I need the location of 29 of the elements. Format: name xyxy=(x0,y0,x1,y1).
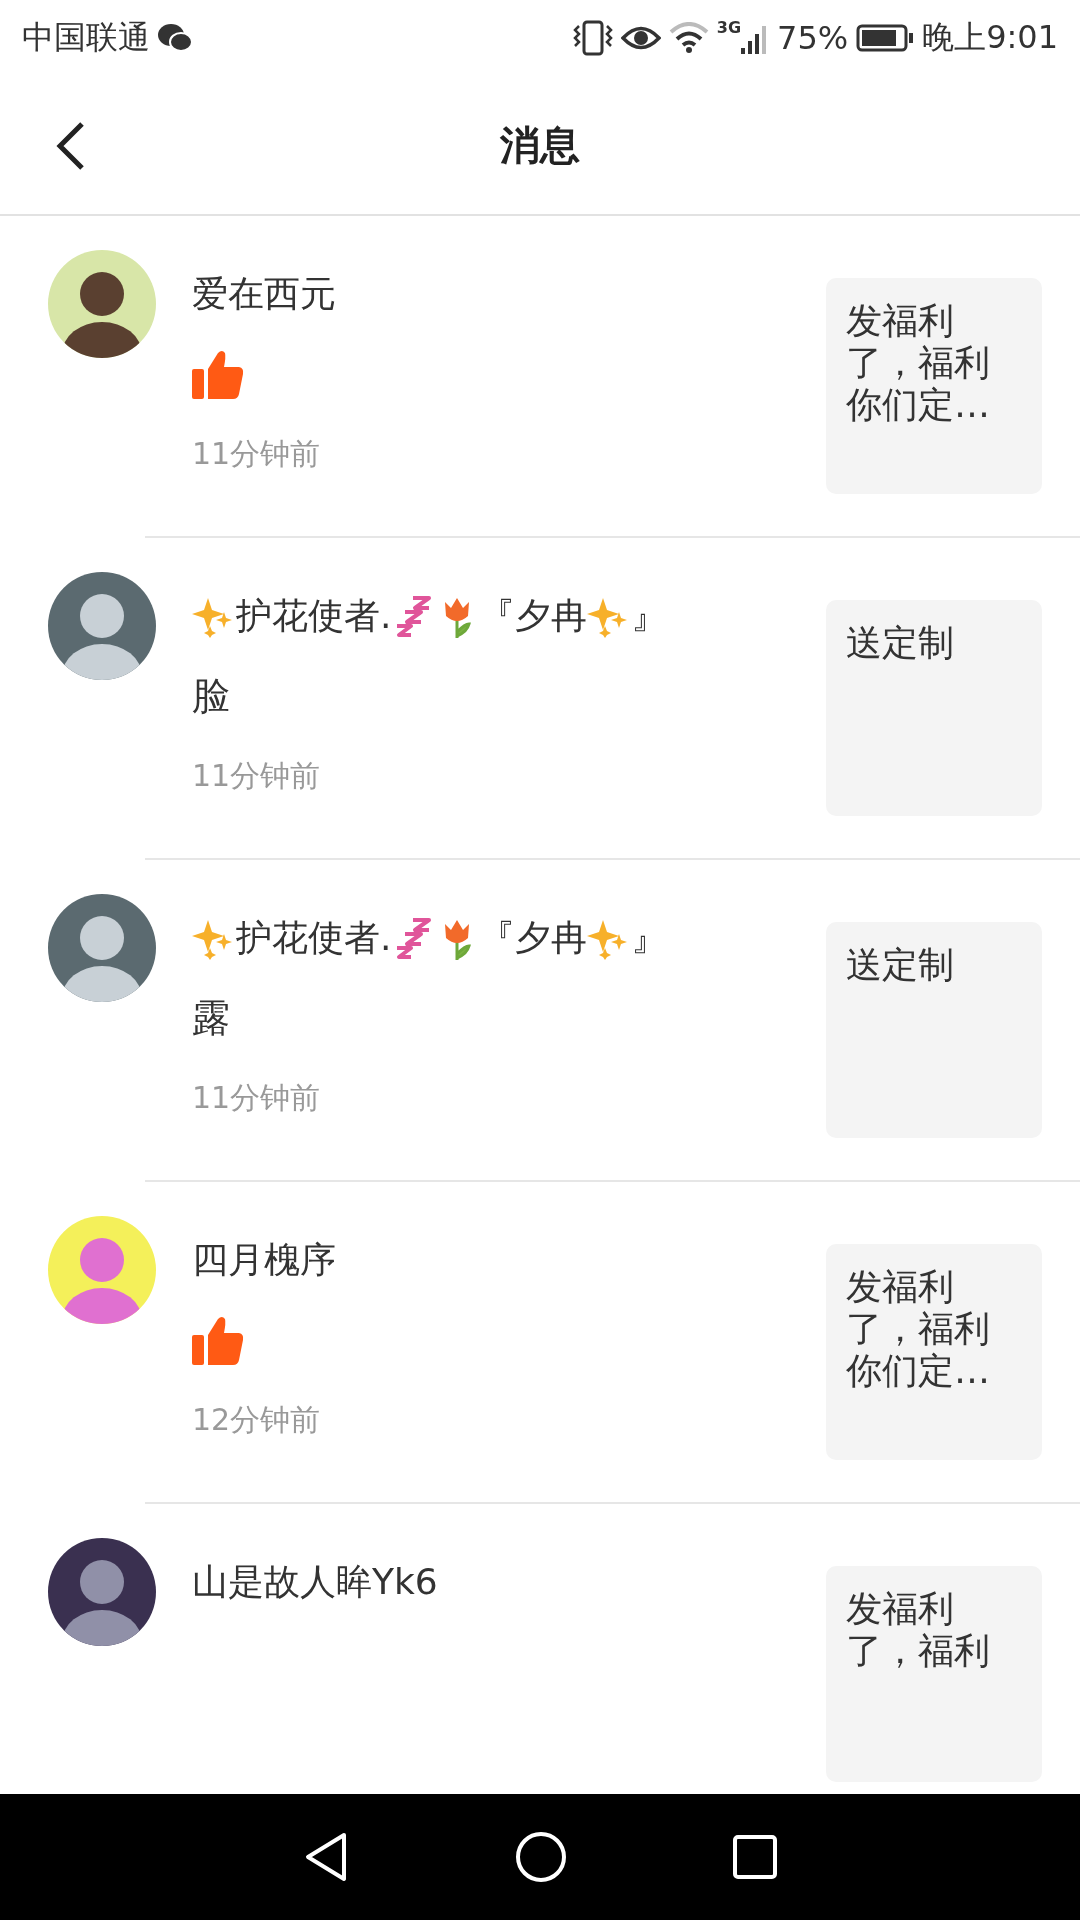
battery-percent: 75% xyxy=(777,19,849,57)
comment-text: 露 xyxy=(192,994,230,1042)
post-preview[interactable]: 发福利了，福利你们定… xyxy=(826,278,1042,494)
thumbs-up-icon xyxy=(192,349,244,399)
carrier-name: 中国联通 xyxy=(22,17,150,58)
message-time: 11分钟前 xyxy=(192,757,322,795)
sender-name: 四月槐序 xyxy=(192,1238,337,1282)
vibrate-icon xyxy=(572,20,613,56)
sender-name: 护花使者. 『夕冉 』 xyxy=(192,908,826,968)
home-nav-button[interactable] xyxy=(515,1831,567,1883)
wifi-icon xyxy=(668,22,709,54)
sender-name: 护花使者. 『夕冉 』 xyxy=(192,586,826,646)
sender-name: 爱在西元 xyxy=(192,272,337,316)
post-preview[interactable]: 送定制 xyxy=(826,922,1042,1138)
post-preview[interactable]: 送定制 xyxy=(826,600,1042,816)
message-time: 12分钟前 xyxy=(192,1401,322,1439)
sender-name: 山是故人眸Yk6 xyxy=(192,1560,439,1604)
battery-icon xyxy=(856,24,915,52)
post-preview[interactable]: 发福利了，福利 xyxy=(826,1566,1042,1782)
recents-nav-button[interactable] xyxy=(731,1834,778,1880)
clock: 晚上9:01 xyxy=(922,17,1058,58)
post-preview[interactable]: 发福利了，福利你们定… xyxy=(826,1244,1042,1460)
chat-icon xyxy=(158,23,192,53)
network-type: 3G xyxy=(716,18,741,37)
thumbs-up-icon xyxy=(192,1315,244,1365)
comment-text: 脸 xyxy=(192,672,230,720)
message-time: 11分钟前 xyxy=(192,435,322,473)
page-title: 消息 xyxy=(500,120,580,170)
message-time: 11分钟前 xyxy=(192,1079,322,1117)
